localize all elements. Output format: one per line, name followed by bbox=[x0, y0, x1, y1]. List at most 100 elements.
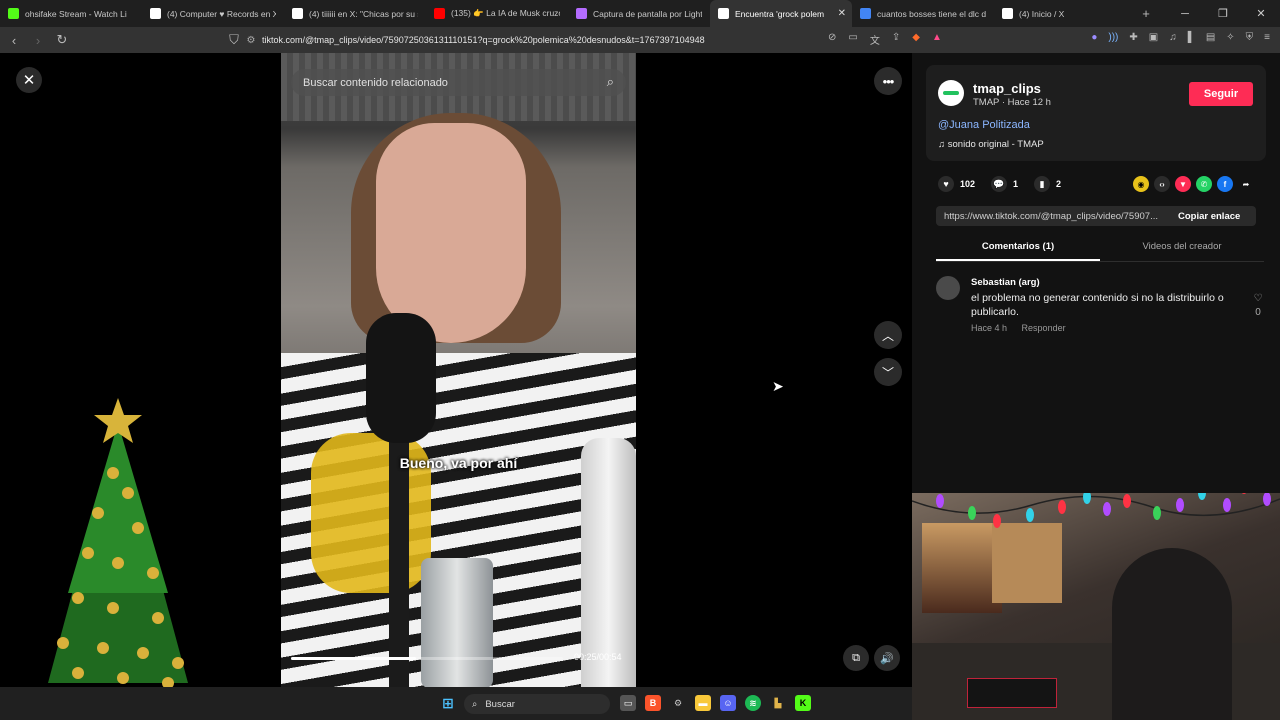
like-stat[interactable]: ♥ 102 bbox=[938, 176, 975, 192]
browser-tab[interactable]: ohsifake Stream - Watch Li bbox=[0, 0, 142, 27]
browser-tab-title: (4) Inicio / X bbox=[1019, 8, 1065, 19]
browser-tab-title: (4) Computer ♥ Records en X bbox=[167, 8, 276, 19]
taskbar-search-icon: ⌕ bbox=[472, 698, 478, 710]
browser-tab-title: cuantos bosses tiene el dlc de bbox=[877, 8, 986, 19]
app-icon[interactable]: ▙ bbox=[770, 695, 786, 711]
sound-extension-icon[interactable]: ))) bbox=[1108, 32, 1118, 43]
send-icon[interactable]: ▼ bbox=[1175, 176, 1191, 192]
restore-icon[interactable]: ❐ bbox=[1204, 0, 1242, 27]
video-details-panel: tmap_clips TMAP · Hace 12 h Seguir @Juan… bbox=[912, 53, 1280, 493]
comment-like[interactable]: ♡ 0 bbox=[1250, 292, 1266, 320]
mini-player-button[interactable]: ⧉ bbox=[843, 645, 869, 671]
share-arrow-icon[interactable]: ➦ bbox=[1238, 176, 1254, 192]
save-stat[interactable]: ▮ 2 bbox=[1034, 176, 1061, 192]
commenter-avatar[interactable] bbox=[936, 276, 960, 300]
wallet-icon[interactable]: ▤ bbox=[1206, 32, 1215, 43]
video-progress-fill bbox=[291, 657, 417, 660]
brave-browser-icon[interactable]: B bbox=[645, 695, 661, 711]
new-tab-icon[interactable]: + bbox=[1136, 6, 1156, 21]
music-note-icon: ♫ bbox=[938, 139, 948, 150]
comment-icon: 💬 bbox=[991, 176, 1008, 192]
video-progress-bar[interactable] bbox=[291, 657, 563, 660]
file-explorer-icon[interactable]: ▬ bbox=[695, 695, 711, 711]
close-viewer-button[interactable]: ✕ bbox=[16, 67, 42, 93]
music-icon[interactable]: ♫ bbox=[1169, 32, 1177, 43]
steam-icon[interactable]: ⚙ bbox=[670, 695, 686, 711]
translate-icon[interactable]: 文 bbox=[870, 32, 880, 47]
search-icon[interactable]: ⌕ bbox=[607, 74, 614, 90]
engagement-stats: ♥ 102 💬 1 ▮ 2 bbox=[938, 176, 1077, 192]
sidebar-icon[interactable]: ▌ bbox=[1188, 32, 1195, 43]
back-icon[interactable]: ‹ bbox=[4, 33, 24, 48]
windows-taskbar: ⊞ ⌕ Buscar ▭ B ⚙ ▬ ☺ ≋ ▙ K bbox=[0, 687, 912, 720]
extension-icon[interactable]: ● bbox=[1091, 32, 1097, 43]
embed-icon[interactable]: ‹› bbox=[1154, 176, 1170, 192]
sound-row[interactable]: ♫ sonido original - TMAP bbox=[938, 139, 1044, 150]
browser-tab-title: (4) tiiiiii en X: "Chicas por su se bbox=[309, 8, 418, 19]
share-icon[interactable]: ⇪ bbox=[892, 32, 900, 47]
close-tab-icon[interactable]: ✕ bbox=[838, 8, 846, 19]
creator-username[interactable]: tmap_clips bbox=[973, 81, 1041, 96]
detail-tabs: Comentarios (1) Videos del creador bbox=[936, 236, 1264, 262]
comment-stat[interactable]: 💬 1 bbox=[991, 176, 1018, 192]
comment-heart-icon: ♡ bbox=[1253, 293, 1263, 304]
screenshot-icon[interactable]: ▣ bbox=[1149, 32, 1158, 43]
windows-start-icon[interactable]: ⊞ bbox=[440, 695, 456, 711]
next-video-button[interactable]: ﹀ bbox=[874, 358, 902, 386]
creator-avatar[interactable] bbox=[938, 80, 964, 106]
christmas-tree-overlay bbox=[48, 398, 188, 689]
browser-tab[interactable]: (4) Inicio / X bbox=[994, 0, 1136, 27]
site-info-icon[interactable]: ⚙ bbox=[240, 35, 262, 46]
video-player[interactable]: Buscar contenido relacionado ⌕ Bueno, va… bbox=[281, 53, 636, 687]
google-icon bbox=[860, 8, 871, 19]
browser-tab[interactable]: (135) 👉 La IA de Musk cruzó bbox=[426, 0, 568, 27]
reply-button[interactable]: Responder bbox=[1022, 323, 1066, 333]
taskbar-search[interactable]: ⌕ Buscar bbox=[464, 694, 610, 714]
no-video-icon[interactable]: ⊘ bbox=[828, 32, 836, 47]
lightshot-icon bbox=[576, 8, 587, 19]
x-icon bbox=[292, 8, 303, 19]
browser-tab[interactable]: cuantos bosses tiene el dlc de bbox=[852, 0, 994, 27]
save-count: 2 bbox=[1056, 179, 1062, 189]
vpn-icon[interactable]: ⛨ bbox=[1246, 32, 1254, 43]
url-text: tiktok.com/@tmap_clips/video/75907250361… bbox=[262, 35, 705, 45]
cast-icon[interactable]: ▭ bbox=[848, 32, 857, 47]
streamer bbox=[1112, 548, 1232, 720]
task-view-icon[interactable]: ▭ bbox=[620, 695, 636, 711]
browser-tab[interactable]: (4) Computer ♥ Records en X bbox=[142, 0, 284, 27]
forward-icon[interactable]: › bbox=[28, 33, 48, 48]
related-search-input[interactable]: Buscar contenido relacionado ⌕ bbox=[291, 69, 626, 96]
tab-comments[interactable]: Comentarios (1) bbox=[936, 236, 1100, 261]
address-bar: ‹ › ↻ ⛉ ⚙ tiktok.com/@tmap_clips/video/7… bbox=[0, 27, 1280, 53]
coin-icon[interactable]: ◉ bbox=[1133, 176, 1149, 192]
taskbar-left: ⊞ bbox=[440, 695, 456, 711]
menu-icon[interactable]: ≡ bbox=[1264, 32, 1270, 43]
kick-app-icon[interactable]: K bbox=[795, 695, 811, 711]
facebook-icon[interactable]: f bbox=[1217, 176, 1233, 192]
more-options-button[interactable]: ••• bbox=[874, 67, 902, 95]
tab-creator-videos[interactable]: Videos del creador bbox=[1100, 236, 1264, 261]
reload-icon[interactable]: ↻ bbox=[52, 32, 72, 48]
video-description[interactable]: @Juana Politizada bbox=[938, 119, 1030, 131]
follow-button[interactable]: Seguir bbox=[1189, 82, 1253, 106]
discord-icon[interactable]: ☺ bbox=[720, 695, 736, 711]
puzzle-icon[interactable]: ✚ bbox=[1129, 32, 1137, 43]
minimize-icon[interactable]: ─ bbox=[1166, 0, 1204, 27]
browser-tab[interactable]: Encuentra 'grock polem ✕ bbox=[710, 0, 852, 27]
browser-tab[interactable]: (4) tiiiiii en X: "Chicas por su se bbox=[284, 0, 426, 27]
ai-icon[interactable]: ✧ bbox=[1226, 32, 1234, 43]
spotify-icon[interactable]: ≋ bbox=[745, 695, 761, 711]
christmas-lights-overlay bbox=[912, 493, 1280, 528]
copy-link-button[interactable]: Copiar enlace bbox=[1172, 211, 1240, 222]
brave-rewards-icon[interactable]: ▲ bbox=[932, 32, 942, 47]
share-link[interactable]: https://www.tiktok.com/@tmap_clips/video… bbox=[936, 211, 1172, 222]
tiktok-icon bbox=[718, 8, 729, 19]
browser-tab[interactable]: Captura de pantalla por Lightsh bbox=[568, 0, 710, 27]
x-icon bbox=[150, 8, 161, 19]
commenter-name[interactable]: Sebastian (arg) bbox=[971, 277, 1040, 288]
brave-shield-icon[interactable]: ◆ bbox=[912, 32, 920, 47]
previous-video-button[interactable]: ︿ bbox=[874, 321, 902, 349]
volume-button[interactable]: 🔊 bbox=[874, 645, 900, 671]
whatsapp-icon[interactable]: ✆ bbox=[1196, 176, 1212, 192]
close-window-icon[interactable]: ✕ bbox=[1242, 0, 1280, 27]
